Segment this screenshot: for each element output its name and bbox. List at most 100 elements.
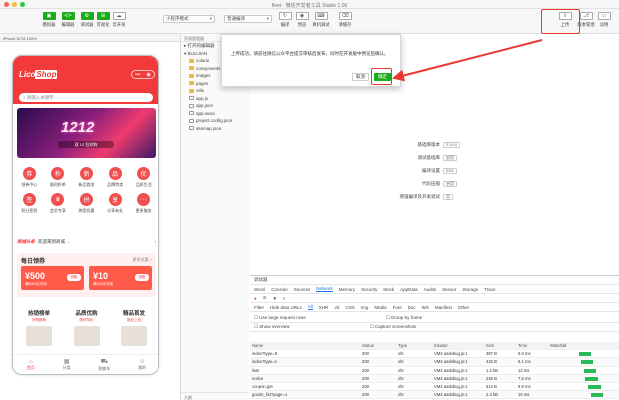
column-header[interactable]: Name [250,342,360,349]
setting-value[interactable]: 否 [443,194,453,200]
table-row[interactable]: goods_list?page=1 200 xhr VM4 asdebug.js:1 2… [250,391,619,400]
option-large-rows[interactable]: ☐ Use large request rows [254,315,306,321]
tab-mock[interactable]: Mock [383,287,394,292]
debugger-panel: 调试器 Wxml Console Sources Network Memory Secur… [250,275,619,400]
filter-js[interactable]: JS [334,305,339,310]
option-capture-screens[interactable]: ☐ Capture screenshots [370,324,417,330]
simulator-toggle-button[interactable]: ▣ 模拟器 [40,12,58,28]
filter-manifest[interactable]: Manifest [435,305,452,310]
category-item[interactable]: ♛ 会员专享 [44,193,73,214]
device-select[interactable]: iPhone 6/7/8 100% [0,34,180,42]
category-item[interactable]: 拼拼团优惠 [72,193,101,214]
filter-doc[interactable]: Doc [408,305,416,310]
column-header[interactable]: Size [484,342,516,349]
file-tree-item[interactable]: project.config.json [181,117,249,125]
record-icon[interactable]: ● [254,296,257,301]
filter-hide-data-urls[interactable]: Hide data URLs [270,305,302,310]
category-item[interactable]: 享分享有礼 [101,193,130,214]
category-item[interactable]: 品品牌特卖 [101,167,130,188]
tab-audits[interactable]: Audits [424,287,437,292]
filter-ws[interactable]: WS [422,305,429,310]
cancel-button[interactable]: 取消 [352,73,369,81]
promo-banner[interactable]: 1212 双 12 狂欢购 [17,108,156,158]
daily-more-link[interactable]: 更多优惠 > [133,257,152,263]
setting-value[interactable]: 启用 [443,155,457,161]
option-show-overview[interactable]: ☐ Show overview [254,324,290,330]
filter-xhr[interactable]: XHR [319,305,329,310]
tab-trace[interactable]: Trace [484,287,495,292]
table-row[interactable]: index?type=1 200 xhr VM4 asdebug.js:1 432 B 8… [250,358,619,367]
tab-cart[interactable]: ⛟ 购物车 [98,358,110,372]
tab-storage[interactable]: Storage [462,287,478,292]
table-row[interactable]: lists 200 xhr VM4 asdebug.js:1 1.2 kB 12 ms [250,367,619,375]
more-icon[interactable]: ••• [135,72,140,78]
filter-media[interactable]: Media [374,305,386,310]
remote-debug-button[interactable]: ⌨ 真机调试 [312,12,330,28]
file-tree-item[interactable]: app.json [181,102,249,110]
compile-select[interactable]: 普通编译 [224,15,272,23]
column-header[interactable]: Waterfall [548,342,619,349]
tab-memory[interactable]: Memory [339,287,355,292]
promo-card[interactable]: 精品首发 新品上线 [112,309,156,346]
column-header[interactable]: Status [360,342,396,349]
clear-cache-button[interactable]: ⌫ 清缓存 [336,12,354,28]
cloud-dev-button[interactable]: ☁ 云开发 [110,12,128,28]
coupon-claim-button[interactable]: 领取 [135,274,149,281]
tab-wxml[interactable]: Wxml [254,287,265,292]
table-row[interactable]: index?type=0 200 xhr VM4 asdebug.js:1 387 B 9… [250,350,619,359]
promo-card[interactable]: 品质优购 限时特价 [65,309,109,346]
mode-select[interactable]: 小程序模式 [163,15,215,23]
tab-console[interactable]: Console [271,287,288,292]
tab-appdata[interactable]: AppData [400,287,418,292]
table-row[interactable]: coupon.get 200 xhr VM4 asdebug.js:1 512 B 9.8… [250,383,619,392]
details-button[interactable]: ▭ 详情 [595,12,613,28]
filter-filter[interactable]: Filter [254,305,264,310]
tab-network[interactable]: Network [316,286,333,292]
outline-section[interactable]: 大纲 [181,392,249,400]
category-item[interactable]: 秒限时秒杀 [44,167,73,188]
preview-button[interactable]: ◉ 预览 [293,12,311,28]
tab-home[interactable]: ⌂ 首页 [27,359,35,371]
table-row[interactable]: notice 200 xhr VM4 asdebug.js:1 245 B 7.5 ms [250,374,619,383]
filter-all[interactable]: All [307,304,313,310]
file-tree-item[interactable]: sitemap.json [181,125,249,133]
filter-icon[interactable]: ▼ [273,296,277,301]
file-tree-item[interactable]: utils [181,87,249,95]
setting-value[interactable]: 启用 [443,181,457,187]
tab-category[interactable]: ▦ 分类 [63,358,71,371]
column-header[interactable]: Type [396,342,432,349]
tab-mine[interactable]: ☺ 我的 [138,359,146,371]
search-icon[interactable]: ⌕ [283,296,286,301]
filter-font[interactable]: Font [393,305,402,310]
promo-card[interactable]: 热销榜单 好物推荐 [17,309,61,346]
tab-sensor[interactable]: Sensor [442,287,456,292]
details-label: 详情 [599,22,609,27]
column-header[interactable]: Time [516,342,548,349]
category-item[interactable]: 优品质生活 [129,167,158,188]
coupon-card[interactable]: ¥10 满100元可用 领取 [89,266,152,290]
compile-button[interactable]: ↻ 编译 [276,12,294,28]
coupon-claim-button[interactable]: 领取 [67,274,81,281]
coupon-card[interactable]: ¥500 满5000元可用 领取 [21,266,84,290]
search-input[interactable]: ⌕ 请输入关键字 [19,93,153,102]
tab-security[interactable]: Security [361,287,377,292]
category-item[interactable]: 新新品首发 [72,167,101,188]
category-item[interactable]: 券领券中心 [15,167,44,188]
category-item[interactable]: 签积分签到 [15,193,44,214]
file-tree-item[interactable]: app.js [181,95,249,103]
news-ticker[interactable]: 商城头条 欢迎来到商城 ... › [17,237,156,246]
file-tree-item[interactable]: app.wxss [181,110,249,118]
filter-img[interactable]: Img [361,305,369,310]
option-group-frame[interactable]: ☐ Group by frame [386,315,423,321]
filter-other[interactable]: Other [458,305,469,310]
filter-css[interactable]: CSS [346,305,355,310]
column-header[interactable]: Initiator [432,342,484,349]
tab-sources[interactable]: Sources [294,287,311,292]
menu-capsule[interactable]: ••• ◉ [131,70,155,79]
editor-toggle-button[interactable]: </> 编辑器 [59,12,77,28]
setting-value[interactable]: 2.14.0 [443,142,461,148]
exit-icon[interactable]: ◉ [147,72,151,78]
clear-icon[interactable]: ⊘ [263,295,267,301]
category-item[interactable]: ⋯ 更多服务 [129,193,158,214]
setting-value[interactable]: ES6 [443,168,457,174]
